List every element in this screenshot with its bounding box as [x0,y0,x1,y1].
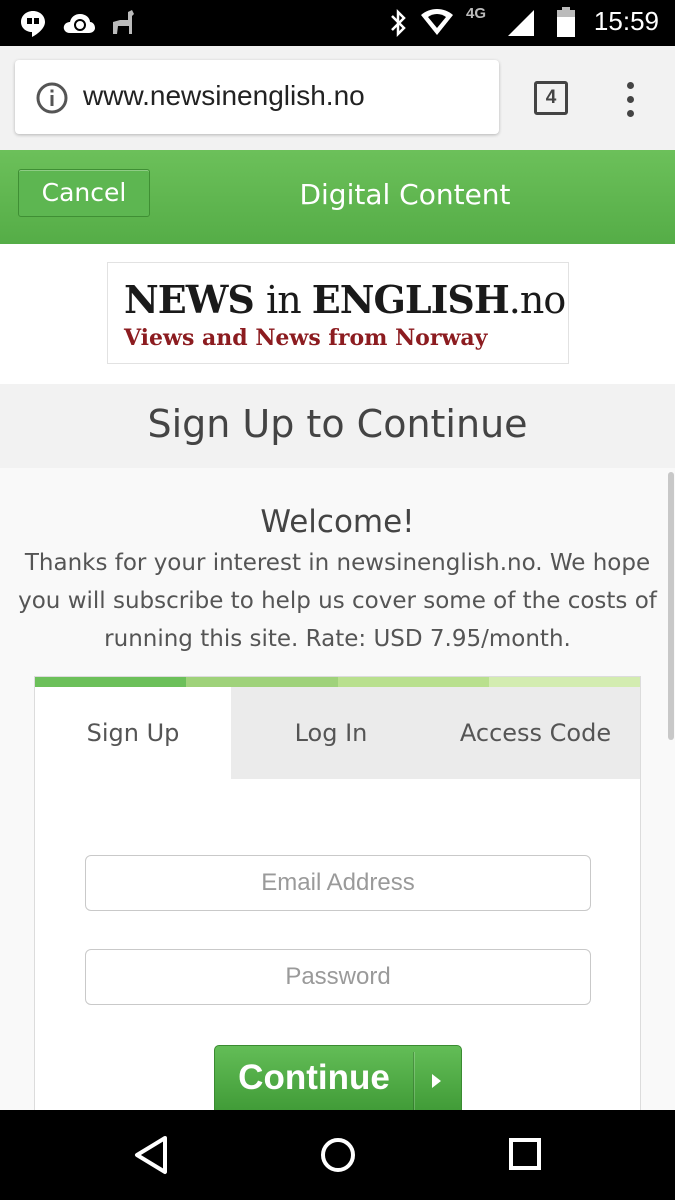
site-logo: NEWS in ENGLISH.no Views and News from N… [107,262,569,364]
network-type-label: 4G [466,5,487,22]
tab-sign-up[interactable]: Sign Up [35,687,231,779]
bluetooth-icon [391,8,406,38]
password-field[interactable] [85,949,591,1005]
button-divider [413,1052,414,1110]
header-title: Digital Content [299,178,511,211]
home-icon[interactable] [318,1134,358,1176]
clock: 15:59 [593,6,659,36]
progress-bar [35,677,640,687]
logo-tagline: Views and News from Norway [124,325,488,351]
logo-area: NEWS in ENGLISH.no Views and News from N… [0,244,675,384]
title-band: Sign Up to Continue [0,384,675,468]
continue-label: Continue [238,1058,390,1097]
email-field[interactable] [85,855,591,911]
wifi-icon [421,9,453,35]
tab-switcher-button[interactable]: 4 [534,81,568,115]
signal-icon [508,10,534,36]
browser-toolbar: www.newsinenglish.no 4 [0,46,675,150]
battery-icon [557,7,575,37]
page-title: Sign Up to Continue [147,402,528,446]
email-input[interactable] [86,856,590,910]
intro-text: Thanks for your interest in newsinenglis… [18,550,657,652]
navigation-bar [0,1110,675,1200]
tab-bar: Sign Up Log In Access Code [35,687,640,779]
logo-news: NEWS [124,277,267,322]
more-options-icon[interactable] [616,80,646,120]
logo-english: ENGLISH [311,277,510,322]
cloud-sync-icon [63,14,95,33]
app-header: Cancel Digital Content [0,150,675,244]
scrollbar[interactable] [668,472,674,740]
progress-step [488,677,640,687]
tab-log-in[interactable]: Log In [231,687,431,779]
url-text: www.newsinenglish.no [83,80,365,111]
arrow-right-icon [432,1074,441,1088]
logo-in: in [266,278,312,322]
progress-step [35,677,187,687]
address-bar[interactable]: www.newsinenglish.no [15,60,499,134]
signup-card: Sign Up Log In Access Code Continue [34,676,641,1136]
cancel-button[interactable]: Cancel [18,169,150,217]
progress-step [337,677,489,687]
password-input[interactable] [86,950,590,1004]
logo-wordmark: NEWS in ENGLISH.no [124,277,566,322]
logo-tld: .no [508,278,566,322]
tab-access-code[interactable]: Access Code [431,687,640,779]
info-icon[interactable] [35,81,69,115]
android-icon [113,10,134,34]
back-icon[interactable] [132,1134,170,1176]
progress-step [186,677,338,687]
main-content: Welcome! Thanks for your interest in new… [0,468,675,1136]
hangouts-icon [21,11,45,37]
continue-button[interactable]: Continue [214,1045,462,1115]
status-bar: 4G 15:59 [0,0,675,46]
recents-icon[interactable] [506,1134,544,1176]
welcome-heading: Welcome! [260,504,415,540]
